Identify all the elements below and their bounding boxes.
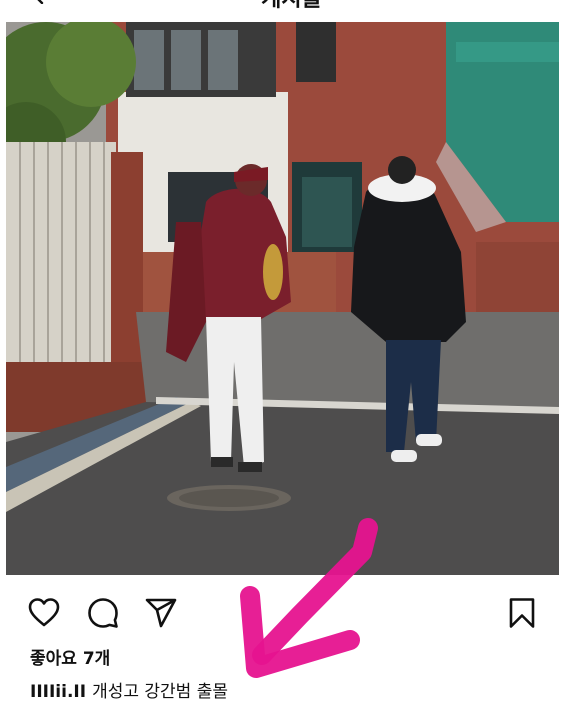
caption-username[interactable]: IIIIii.II: [30, 682, 86, 702]
bookmark-icon[interactable]: [505, 596, 539, 630]
heart-icon[interactable]: [27, 596, 61, 630]
caption-text: 개성고 강간범 출몰: [92, 682, 229, 702]
likes-count[interactable]: 좋아요 7개: [30, 648, 110, 670]
post-caption: IIIIii.II 개성고 강간범 출몰: [30, 681, 228, 703]
post-screen: 게시물: [0, 0, 583, 724]
post-photo-image: [6, 22, 559, 575]
top-bar: 게시물: [0, 0, 583, 22]
post-actions: [0, 590, 583, 636]
post-photo[interactable]: [6, 22, 559, 575]
comment-bubble-icon[interactable]: [86, 596, 120, 630]
paper-plane-icon[interactable]: [144, 596, 178, 630]
page-title: 게시물: [0, 0, 583, 13]
